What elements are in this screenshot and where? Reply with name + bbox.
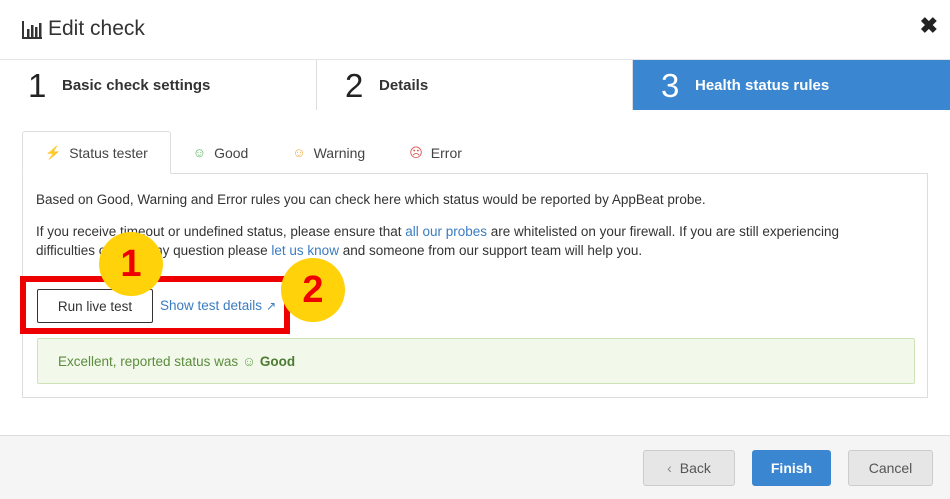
tab-label: Warning	[313, 144, 366, 161]
help-text-line1: If you receive timeout or undefined stat…	[36, 224, 839, 239]
frown-icon: ☹	[409, 144, 423, 160]
tab-label: Good	[214, 144, 249, 161]
wizard-steps: 1 Basic check settings 2 Details 3 Healt…	[0, 60, 950, 110]
smile-icon: ☺	[192, 145, 207, 160]
dialog-footer: ‹ Back Finish Cancel	[0, 435, 950, 499]
step-label: Basic check settings	[62, 77, 211, 94]
result-alert: Excellent, reported status was ☺ Good	[37, 338, 915, 384]
tab-status-tester[interactable]: ⚡ Status tester	[22, 131, 171, 174]
external-link-icon: ↗	[266, 299, 277, 313]
show-test-details-link[interactable]: Show test details ↗	[160, 298, 276, 313]
result-status: Good	[259, 354, 296, 369]
dialog-title: Edit check	[48, 17, 145, 40]
step-number: 2	[345, 67, 364, 104]
tab-good[interactable]: ☺ Good	[171, 131, 271, 174]
close-icon[interactable]: ✖	[920, 14, 938, 38]
step-label: Health status rules	[695, 77, 830, 94]
bar-chart-icon	[22, 21, 42, 39]
all-probes-link[interactable]: all our probes	[405, 224, 487, 239]
step-number: 1	[28, 67, 47, 104]
step-number: 3	[661, 67, 680, 104]
cancel-button[interactable]: Cancel	[848, 450, 933, 486]
status-tester-panel: Based on Good, Warning and Error rules y…	[22, 173, 928, 398]
bolt-icon: ⚡	[45, 144, 62, 160]
back-button[interactable]: ‹ Back	[643, 450, 735, 486]
meh-icon: ☺	[292, 145, 306, 160]
step-basic-settings[interactable]: 1 Basic check settings	[0, 60, 317, 110]
step-health-status-rules[interactable]: 3 Health status rules	[633, 60, 950, 110]
finish-button[interactable]: Finish	[752, 450, 831, 486]
step-label: Details	[379, 77, 429, 94]
result-text: Excellent, reported status was	[58, 354, 239, 369]
intro-text: Based on Good, Warning and Error rules y…	[36, 192, 706, 207]
tab-label: Status tester	[69, 144, 148, 161]
annotation-badge-2: 2	[281, 258, 345, 322]
tab-error[interactable]: ☹ Error	[387, 131, 484, 174]
dialog-header: Edit check ✖	[0, 0, 950, 60]
tab-label: Error	[430, 144, 462, 161]
smile-icon: ☺	[242, 354, 256, 369]
tab-warning[interactable]: ☺ Warning	[270, 131, 387, 174]
step-details[interactable]: 2 Details	[317, 60, 633, 110]
status-tabs: ⚡ Status tester ☺ Good ☺ Warning ☹ Error	[22, 131, 484, 174]
let-us-know-link[interactable]: let us know	[271, 243, 339, 258]
annotation-badge-1: 1	[99, 232, 163, 296]
chevron-left-icon: ‹	[667, 460, 672, 476]
